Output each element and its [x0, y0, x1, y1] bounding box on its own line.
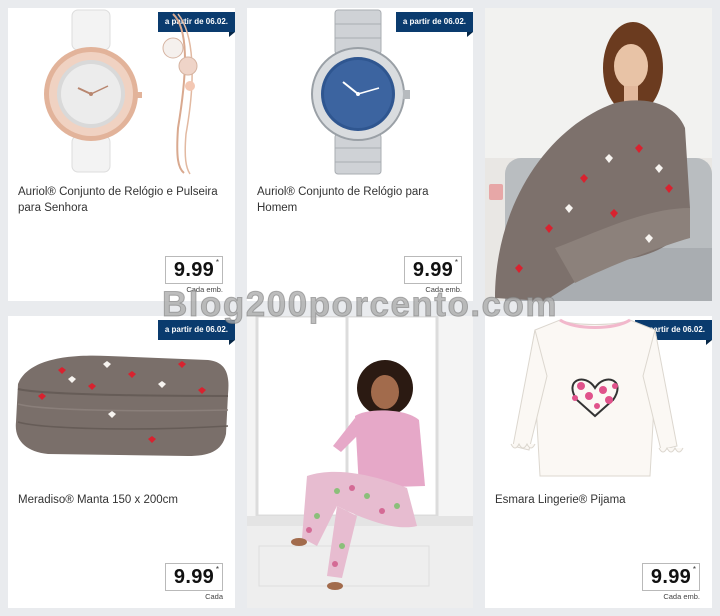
price-amount: 9.99: [412, 259, 454, 281]
price-box: 9.99 *: [404, 256, 462, 284]
product-card-pajama[interactable]: a partir de 06.02. Esmara Lingerie® Pija…: [485, 316, 712, 608]
price-footnote-mark: *: [454, 258, 458, 267]
product-title[interactable]: Meradiso® Manta 150 x 200cm: [18, 492, 221, 508]
product-card-womens-watch[interactable]: a partir de 06.02. Auriol® Conjunto de R…: [8, 8, 235, 301]
price-box: 9.99 *: [165, 563, 223, 591]
woman-wrapped-in-blanket-photo: [485, 8, 712, 301]
price-amount: 9.99: [173, 259, 215, 281]
price-footnote-mark: *: [215, 565, 219, 574]
woman-in-pajamas-at-window-photo: [247, 316, 473, 608]
price-unit: Cada emb.: [663, 592, 700, 601]
watermark: Blog200porcento.com: [161, 285, 559, 325]
product-title[interactable]: Esmara Lingerie® Pijama: [495, 492, 698, 508]
price-footnote-mark: *: [692, 565, 696, 574]
price-amount: 9.99: [173, 566, 215, 588]
product-card-blanket[interactable]: a partir de 06.02. Meradiso® Manta 150 x…: [8, 316, 235, 608]
mens-watch-image: [303, 8, 413, 178]
price-box: 9.99 *: [642, 563, 700, 591]
folded-blanket-image: [8, 334, 235, 464]
product-card-mens-watch[interactable]: a partir de 06.02. Auriol® Conjunto de R…: [247, 8, 473, 301]
price-unit: Cada: [205, 592, 223, 601]
womens-watch-and-bracelet-set-image: [28, 8, 208, 178]
product-title[interactable]: Auriol® Conjunto de Relógio para Homem: [257, 184, 459, 216]
price-footnote-mark: *: [215, 258, 219, 267]
price-amount: 9.99: [650, 566, 692, 588]
product-title[interactable]: Auriol® Conjunto de Relógio e Pulseira p…: [18, 184, 221, 216]
pajama-top-image: [505, 316, 695, 486]
price-box: 9.99 *: [165, 256, 223, 284]
